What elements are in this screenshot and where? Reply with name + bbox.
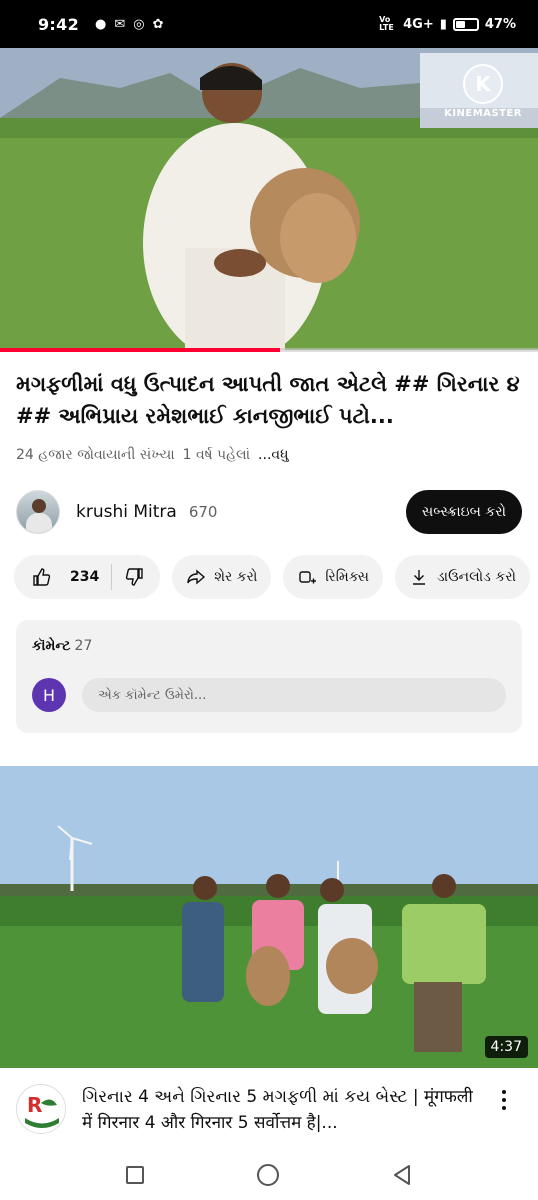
signal-icon: ▮ <box>439 16 447 32</box>
remix-label: રિમિક્સ <box>325 569 369 585</box>
system-nav-bar <box>0 1150 538 1200</box>
like-button[interactable]: 234 <box>14 555 111 599</box>
app-notification-icon: ✿ <box>152 16 164 32</box>
status-bar: 9:42 ● ✉ ◎ ✿ Vo LTE 4G+ ▮ 47% <box>0 0 538 48</box>
more-link[interactable]: ...વધુ <box>258 447 288 463</box>
next-video-thumbnail[interactable]: 4:37 <box>0 766 538 1068</box>
thumbs-up-icon <box>32 567 52 587</box>
kinemaster-watermark: K KINEMASTER <box>444 64 522 119</box>
video-duration: 4:37 <box>484 1036 528 1058</box>
next-video-title[interactable]: ગિરનાર 4 અને ગિરનાર 5 મગફળી માં કય બેસ્ટ… <box>82 1084 482 1136</box>
dislike-button[interactable] <box>112 555 160 599</box>
chat-bubble-icon: ● <box>95 16 107 32</box>
next-channel-logo-icon: R <box>18 1086 65 1133</box>
next-video-row[interactable]: R ગિરનાર 4 અને ગિરનાર 5 મગફળી માં કય બેસ… <box>16 1082 522 1142</box>
system-status: Vo LTE 4G+ ▮ 47% <box>379 16 516 32</box>
back-button[interactable] <box>392 1164 412 1186</box>
remix-button[interactable]: રિમિક્સ <box>283 555 383 599</box>
upload-age: 1 વર્ષ પહેલાં <box>182 447 251 463</box>
playback-progress-fill <box>0 348 280 352</box>
user-avatar: H <box>32 678 66 712</box>
download-icon <box>409 567 429 587</box>
kinemaster-logo-icon: K <box>463 64 504 104</box>
svg-text:R: R <box>27 1093 42 1117</box>
share-button[interactable]: શેર કરો <box>172 555 272 599</box>
download-label: ડાઉનલોડ કરો <box>436 569 516 585</box>
video-title[interactable]: મગફળીમાં વધુ ઉત્પાદન આપતી જાત એટલે ## ગિ… <box>16 368 526 432</box>
comments-label: કૉમેન્ટ <box>32 638 71 654</box>
share-arrow-icon <box>186 567 206 587</box>
next-video-frame <box>0 766 538 1068</box>
channel-row: krushi Mitra 670 સબ્સ્ક્રાઇબ કરો <box>16 488 522 536</box>
next-channel-avatar[interactable]: R <box>16 1084 66 1134</box>
battery-percent: 47% <box>484 16 516 32</box>
battery-fill <box>455 20 466 28</box>
comments-count: 27 <box>74 638 93 654</box>
subscriber-count: 670 <box>188 503 218 521</box>
comments-header: કૉમેન્ટ 27 <box>32 638 92 654</box>
recent-apps-button[interactable] <box>126 1166 145 1184</box>
thumbs-down-icon <box>124 567 144 587</box>
video-meta[interactable]: 24 હજાર જોવાયાની સંખ્યા 1 વર્ષ પહેલાં ..… <box>16 447 289 463</box>
playback-progress-bar[interactable] <box>0 348 538 352</box>
like-dislike-pill: 234 <box>14 555 161 599</box>
comment-input[interactable]: એક કૉમેન્ટ ઉમેરો... <box>82 678 506 712</box>
comments-panel[interactable]: કૉમેન્ટ 27 H એક કૉમેન્ટ ઉમેરો... <box>16 620 522 733</box>
channel-name[interactable]: krushi Mitra <box>76 502 177 522</box>
video-player[interactable]: K KINEMASTER <box>0 48 538 350</box>
like-count: 234 <box>70 569 100 585</box>
notification-icons: ● ✉ ◎ ✿ <box>95 17 164 32</box>
status-time: 9:42 <box>38 14 79 34</box>
more-options-icon[interactable] <box>500 1090 508 1110</box>
subscribe-button[interactable]: સબ્સ્ક્રાઇબ કરો <box>405 490 522 534</box>
home-button[interactable] <box>256 1164 279 1186</box>
share-label: શેર કરો <box>214 569 258 585</box>
volte-label: Vo LTE <box>379 15 394 32</box>
remix-icon <box>297 567 317 587</box>
kinemaster-text: KINEMASTER <box>444 108 522 119</box>
action-bar: 234 શેર કરો રિમિક્સ ડાઉનલોડ કરો <box>14 555 530 599</box>
channel-avatar[interactable] <box>16 490 60 534</box>
download-button[interactable]: ડાઉનલોડ કરો <box>394 555 530 599</box>
battery-icon <box>452 17 479 31</box>
network-label: 4G+ <box>403 16 434 32</box>
view-count: 24 હજાર જોવાયાની સંખ્યા <box>16 447 175 463</box>
whatsapp-icon: ◎ <box>133 16 145 32</box>
mail-icon: ✉ <box>114 16 126 32</box>
